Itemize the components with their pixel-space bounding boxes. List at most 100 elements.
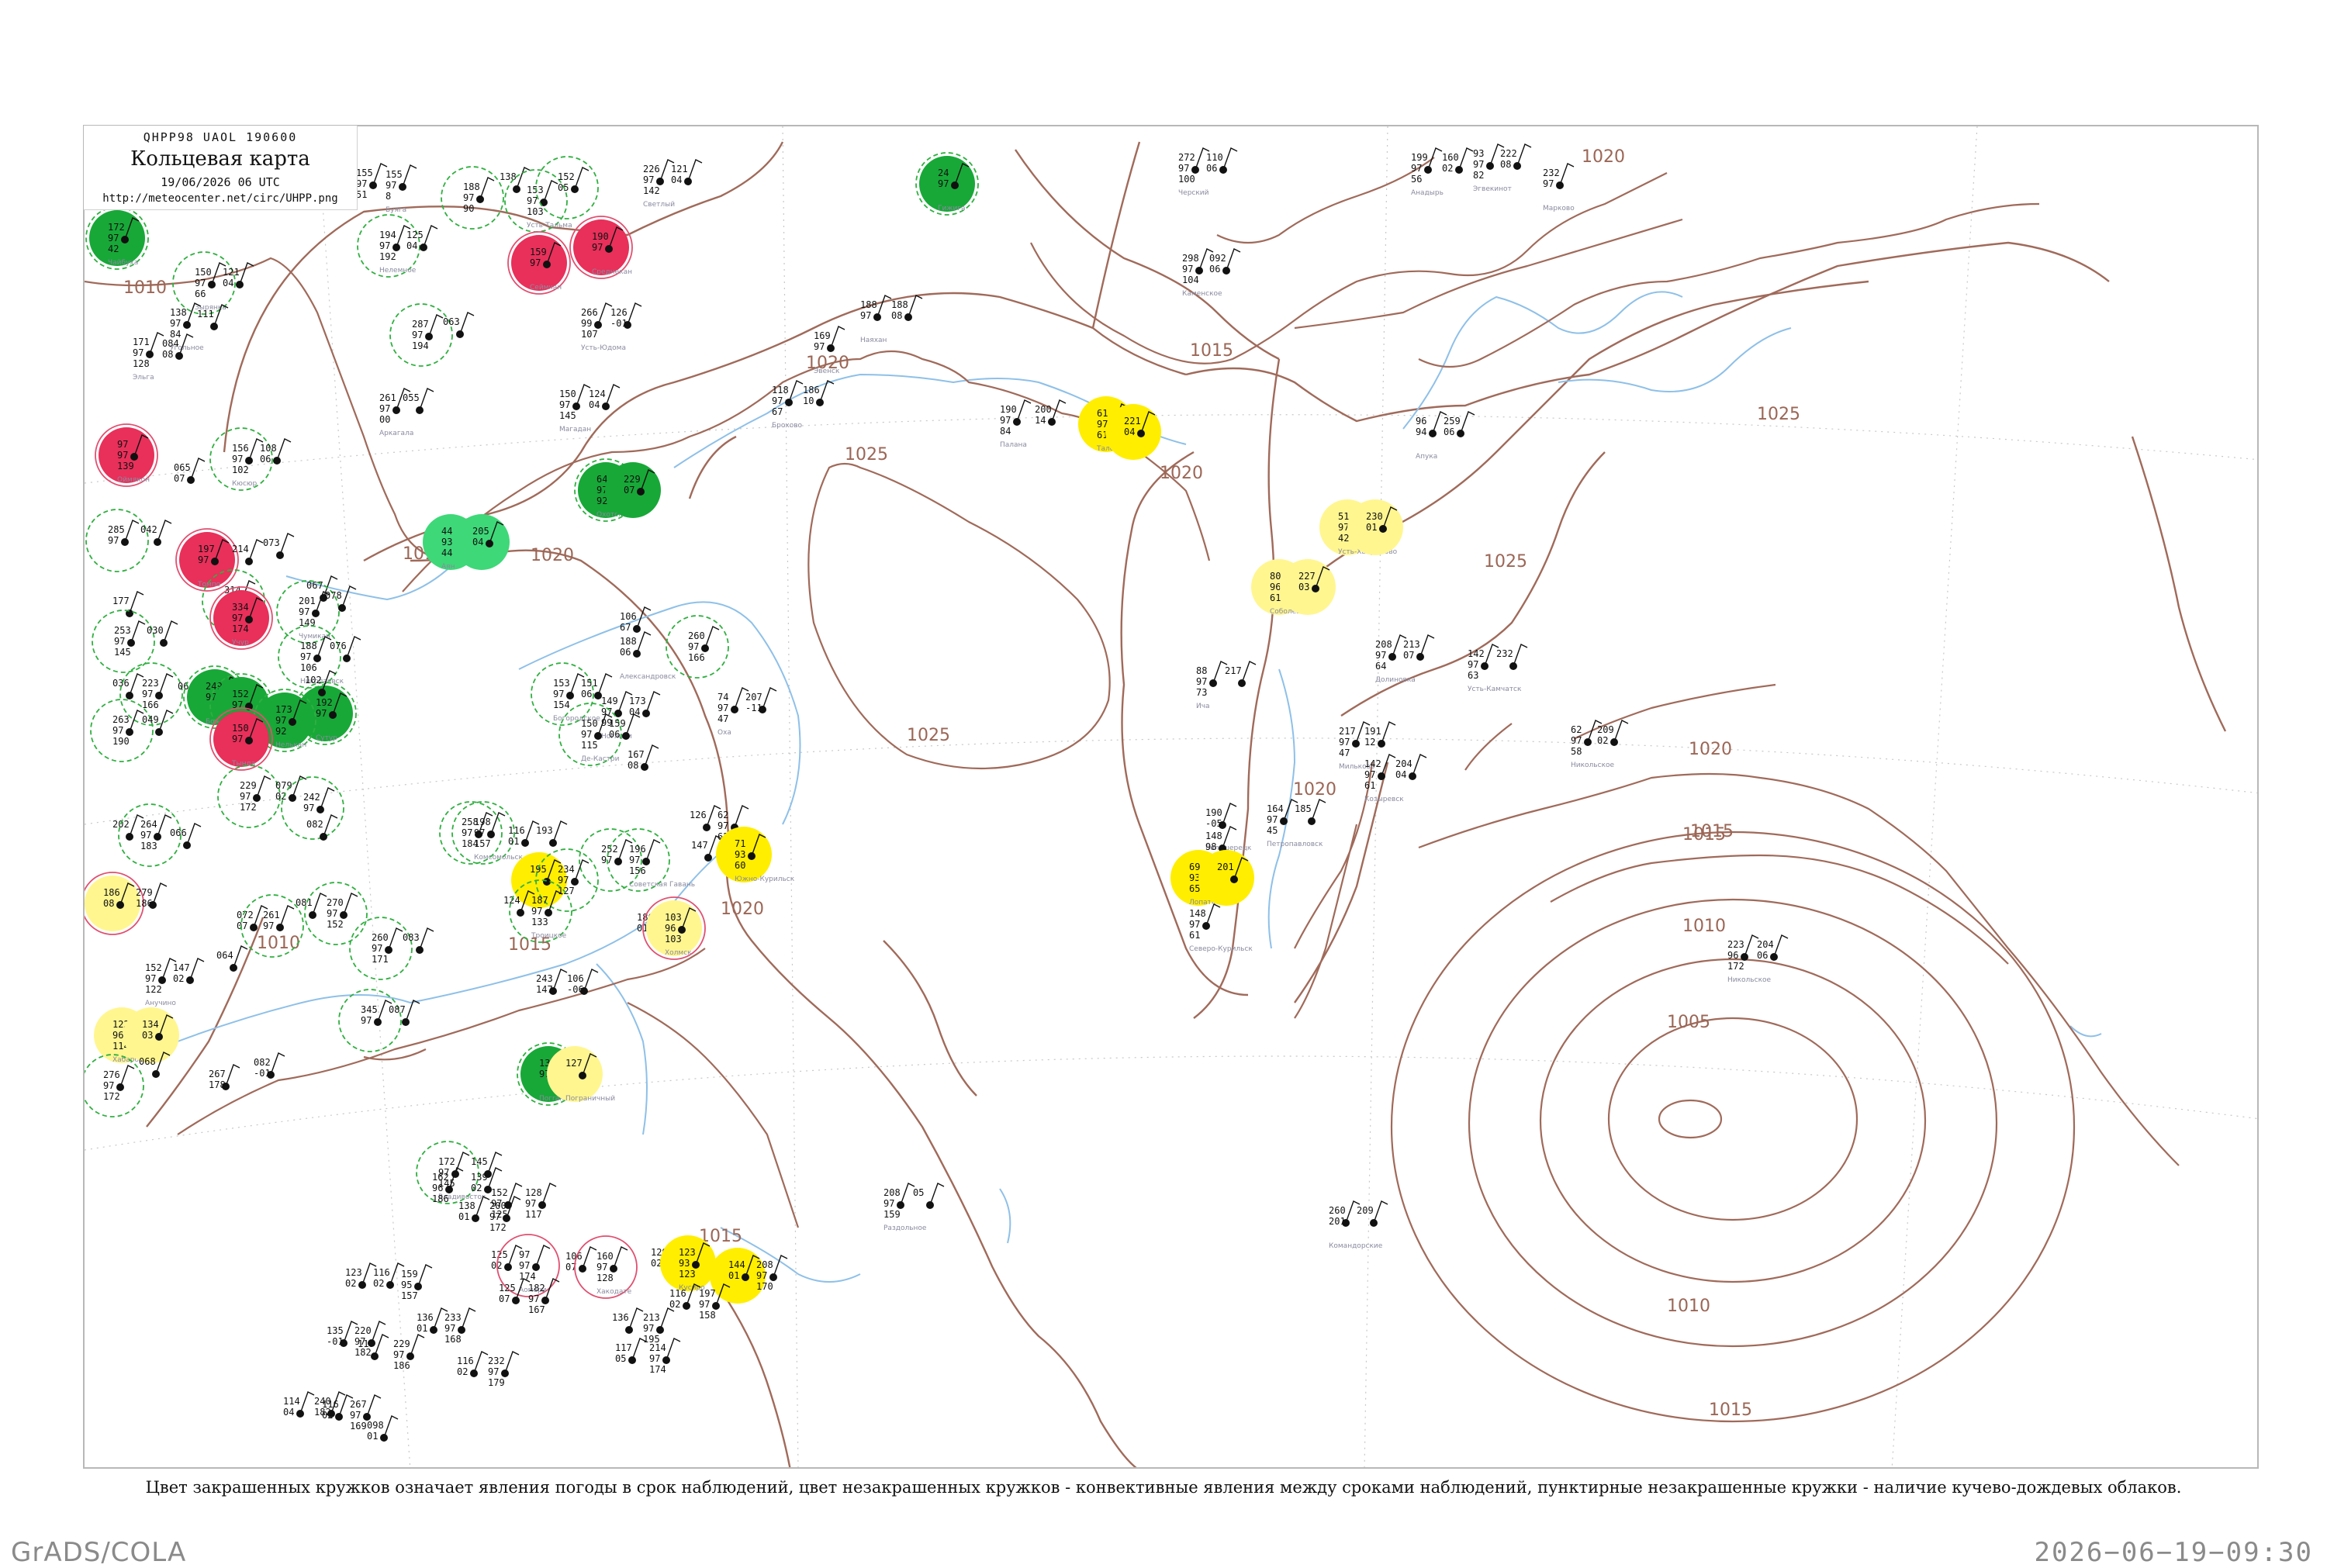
- station-plot[interactable]: 889773 Ича: [1196, 661, 1228, 710]
- station-plot[interactable]: 232: [1496, 644, 1528, 670]
- station-plot[interactable]: 18897 Наяхан: [860, 295, 892, 344]
- station-plot[interactable]: 030: [147, 620, 178, 647]
- station-plot[interactable]: 16002: [1442, 147, 1474, 174]
- station-plot[interactable]: 042: [140, 520, 172, 546]
- station-plot[interactable]: 15097145 Магадан: [559, 384, 591, 433]
- station-plot[interactable]: 10667: [620, 606, 652, 633]
- station-plot[interactable]: 127 Пограничный: [547, 1046, 615, 1103]
- map-url[interactable]: http://meteocenter.net/circ/UHPP.png: [84, 192, 357, 205]
- station-plot[interactable]: 12393123Кусиро: [660, 1235, 716, 1292]
- station-plot[interactable]: 12104: [671, 159, 703, 185]
- station-plot[interactable]: 066: [170, 823, 202, 849]
- station-plot[interactable]: 209: [1357, 1200, 1388, 1227]
- station-plot[interactable]: 243147: [536, 969, 568, 995]
- station-plot[interactable]: 07902: [275, 775, 307, 802]
- station-plot[interactable]: 049: [142, 710, 174, 736]
- station-plot[interactable]: 11602: [322, 1394, 354, 1421]
- station-plot[interactable]: 19097 Среднекан: [569, 216, 633, 279]
- station-plot[interactable]: 087: [389, 1000, 420, 1026]
- station-plot[interactable]: 1559751: [356, 163, 388, 200]
- station-plot[interactable]: 21307: [1403, 634, 1435, 661]
- station-plot[interactable]: 18808: [891, 295, 923, 321]
- station-plot[interactable]: 15997 Сеймчан: [507, 231, 571, 295]
- station-plot[interactable]: 11404: [283, 1391, 315, 1418]
- station-plot[interactable]: 22104: [1105, 404, 1161, 460]
- map-canvas[interactable]: 1020 1015 1010 1020 1025 1025 1020 1015 …: [85, 126, 2259, 1469]
- station-plot[interactable]: 22703: [1280, 559, 1336, 615]
- station-plot[interactable]: 19112: [1364, 721, 1396, 748]
- station-plot[interactable]: 177: [112, 591, 144, 617]
- station-plot[interactable]: 25906: [1444, 411, 1475, 437]
- station-plot[interactable]: 21397195: [643, 1307, 675, 1345]
- station-plot[interactable]: 18610: [803, 380, 835, 406]
- station-plot[interactable]: 1999756 Анадырь: [1411, 147, 1444, 197]
- station-plot[interactable]: 22208: [1500, 143, 1532, 170]
- station-plot[interactable]: 202: [112, 814, 144, 841]
- station-plot[interactable]: 1489761 Северо-Курильск: [1189, 903, 1253, 953]
- station-plot[interactable]: 15205: [535, 156, 599, 219]
- station-plot[interactable]: 20406: [1757, 934, 1789, 961]
- station-plot[interactable]: 136: [612, 1307, 644, 1334]
- station-plot[interactable]: 28797194: [389, 303, 453, 367]
- station-plot[interactable]: 207-11: [745, 687, 777, 713]
- station-plot[interactable]: 081: [296, 893, 327, 919]
- station-plot[interactable]: 26097171: [349, 917, 413, 980]
- station-plot[interactable]: 11602: [457, 1351, 489, 1377]
- station-plot[interactable]: 05: [913, 1183, 945, 1209]
- station-plot[interactable]: 214: [232, 539, 264, 565]
- station-plot[interactable]: 33497174 Учур: [209, 586, 273, 650]
- station-plot[interactable]: 267178: [209, 1064, 240, 1090]
- station-plot[interactable]: 12404: [589, 384, 621, 410]
- station-plot[interactable]: 18608: [85, 872, 144, 935]
- station-plot[interactable]: 076: [330, 636, 361, 662]
- station-plot[interactable]: 078: [325, 585, 357, 612]
- station-plot[interactable]: 22997186: [393, 1334, 425, 1371]
- station-plot[interactable]: 23397168: [444, 1307, 476, 1345]
- station-plot[interactable]: 193: [536, 820, 568, 847]
- station-plot[interactable]: 17197128 Эльга: [133, 332, 164, 382]
- station-plot[interactable]: 20404: [1395, 754, 1427, 780]
- station-plot[interactable]: 201: [1198, 850, 1254, 906]
- station-plot[interactable]: 1729742 Чайбуха: [85, 206, 149, 270]
- station-plot[interactable]: 11006: [1206, 147, 1238, 174]
- station-plot[interactable]: 185: [1295, 799, 1326, 825]
- station-plot[interactable]: 063: [443, 312, 475, 338]
- station-plot[interactable]: 036: [112, 673, 144, 699]
- station-plot[interactable]: 22997172: [217, 765, 281, 828]
- station-plot[interactable]: 20504: [454, 514, 510, 570]
- station-plot[interactable]: 06507: [174, 458, 206, 484]
- station-plot[interactable]: 09206: [1209, 248, 1241, 275]
- station-plot[interactable]: 082: [306, 814, 338, 841]
- station-plot[interactable]: 135-01: [327, 1321, 358, 1347]
- station-plot[interactable]: 23297 Марково: [1543, 163, 1575, 212]
- station-plot[interactable]: 20897170: [756, 1255, 788, 1292]
- station-plot[interactable]: 082-01: [254, 1052, 285, 1079]
- station-plot[interactable]: 16708: [628, 744, 659, 771]
- station-plot[interactable]: 10396103 Холмск: [642, 896, 706, 960]
- station-plot[interactable]: 719360 Южно-Курильск: [716, 827, 795, 883]
- station-plot[interactable]: 15297122 Анучино: [145, 958, 176, 1007]
- station-plot[interactable]: 26097166: [666, 615, 729, 679]
- station-plot[interactable]: 1909784 Палана: [1000, 399, 1032, 449]
- station-plot[interactable]: 14702: [173, 958, 205, 984]
- station-plot[interactable]: 749747 Оха: [717, 687, 749, 737]
- station-plot[interactable]: 11602: [373, 1262, 405, 1289]
- station-plot[interactable]: 126-01: [610, 302, 642, 329]
- station-plot[interactable]: 12504: [406, 225, 438, 251]
- station-plot[interactable]: 13601: [417, 1307, 448, 1334]
- station-plot[interactable]: 9797139Оймякон: [95, 423, 158, 487]
- station-plot[interactable]: 11705: [615, 1338, 647, 1364]
- station-plot[interactable]: 217: [1225, 661, 1257, 687]
- station-plot[interactable]: 28597: [85, 509, 149, 572]
- station-plot[interactable]: 22907: [605, 462, 661, 518]
- station-plot[interactable]: 15097Тында: [209, 707, 273, 771]
- station-plot[interactable]: 10806: [260, 438, 292, 465]
- station-plot[interactable]: 27297100 Черский: [1178, 147, 1210, 197]
- station-plot[interactable]: 12897117: [525, 1183, 557, 1220]
- station-plot[interactable]: 21497174: [649, 1338, 681, 1375]
- station-plot[interactable]: 106-06: [567, 969, 599, 995]
- station-plot[interactable]: 20097172: [489, 1196, 521, 1233]
- station-plot[interactable]: 17304: [629, 691, 661, 717]
- station-plot[interactable]: 19797Томпо: [175, 528, 239, 592]
- station-plot[interactable]: 11601: [508, 820, 540, 847]
